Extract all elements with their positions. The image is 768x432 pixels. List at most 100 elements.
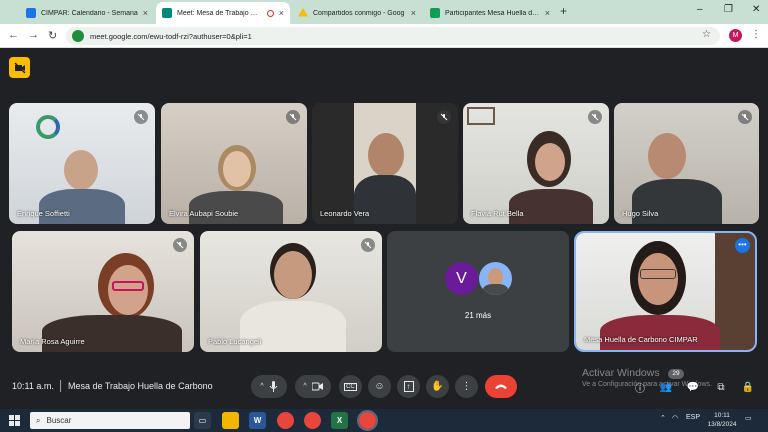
reload-icon[interactable]: ↻ bbox=[48, 29, 57, 42]
participant-tile[interactable]: Leonardo Vera bbox=[312, 103, 458, 224]
meeting-clock: 10:11 a.m. bbox=[12, 381, 54, 391]
emoji-icon: ☺ bbox=[374, 381, 385, 392]
institution-logo bbox=[36, 115, 96, 145]
present-button[interactable]: ↑ bbox=[397, 375, 420, 398]
file-explorer-icon[interactable] bbox=[222, 412, 239, 429]
divider bbox=[60, 380, 61, 392]
restore-button[interactable]: ❐ bbox=[724, 4, 733, 15]
close-window-button[interactable]: ✕ bbox=[752, 4, 760, 15]
excel-icon[interactable]: X bbox=[331, 412, 348, 429]
close-icon[interactable]: × bbox=[411, 8, 416, 18]
forward-icon[interactable]: → bbox=[28, 29, 39, 41]
taskbar-clock[interactable]: 10:11 13/8/2024 bbox=[706, 411, 738, 429]
mic-off-icon bbox=[361, 238, 375, 252]
drive-icon bbox=[298, 8, 308, 17]
profile-avatar[interactable]: M bbox=[729, 29, 742, 42]
more-participants-tile[interactable]: V 21 más bbox=[387, 231, 569, 352]
mic-off-icon bbox=[286, 110, 300, 124]
participant-avatar bbox=[479, 262, 512, 295]
participant-tile[interactable]: Flavia Rut Bella bbox=[463, 103, 609, 224]
glasses bbox=[640, 269, 676, 279]
participant-name: María Rosa Aguirre bbox=[20, 337, 85, 346]
leave-call-button[interactable] bbox=[485, 375, 517, 398]
mic-off-icon bbox=[437, 110, 451, 124]
meet-icon bbox=[162, 8, 172, 18]
word-icon[interactable]: W bbox=[249, 412, 266, 429]
participant-name: Leonardo Vera bbox=[320, 209, 370, 218]
participant-tile[interactable]: Elvira Aubapi Soubie bbox=[161, 103, 307, 224]
calendar-icon bbox=[26, 8, 36, 18]
present-screen-icon: ↑ bbox=[403, 381, 414, 392]
captions-icon: CC bbox=[344, 382, 357, 391]
participant-count-badge: 29 bbox=[668, 369, 684, 379]
more-participants-label: 21 más bbox=[464, 311, 492, 320]
participant-name: Elvira Aubapi Soubie bbox=[169, 209, 239, 218]
participant-name: Enrique Soffietti bbox=[17, 209, 70, 218]
close-icon[interactable]: × bbox=[143, 8, 148, 18]
taskbar-search-input[interactable]: ⌕ Buscar bbox=[30, 412, 190, 429]
host-controls-icon[interactable]: 🔒 bbox=[739, 378, 757, 396]
mic-off-icon bbox=[588, 110, 602, 124]
reactions-button[interactable]: ☺ bbox=[368, 375, 391, 398]
participant-name: Pablo Lucángeli bbox=[208, 337, 262, 346]
participant-name: Hugo Silva bbox=[622, 209, 659, 218]
participant-name: Flavia Rut Bella bbox=[471, 209, 524, 218]
meeting-title: Mesa de Trabajo Huella de Carbono bbox=[68, 381, 213, 391]
camera-button[interactable]: ^ bbox=[295, 375, 331, 398]
windows-start-icon[interactable] bbox=[9, 415, 20, 426]
raise-hand-button[interactable]: ✋ bbox=[426, 375, 449, 398]
camera-icon bbox=[311, 382, 323, 391]
new-tab-button[interactable]: + bbox=[560, 4, 567, 18]
chat-icon[interactable]: 💬 bbox=[684, 378, 702, 396]
microphone-button[interactable]: ^ bbox=[251, 375, 287, 398]
chevron-up-icon[interactable]: ^ bbox=[260, 383, 263, 390]
site-info-icon[interactable] bbox=[72, 30, 84, 42]
mic-off-icon bbox=[738, 110, 752, 124]
language-indicator[interactable]: ESP bbox=[686, 414, 700, 421]
chrome-icon[interactable] bbox=[304, 412, 321, 429]
participant-tile[interactable]: Pablo Lucángeli bbox=[200, 231, 382, 352]
bookmark-star-icon[interactable]: ☆ bbox=[702, 29, 711, 40]
glasses bbox=[112, 281, 144, 291]
camera-off-icon[interactable] bbox=[9, 57, 30, 78]
search-icon: ⌕ bbox=[36, 415, 41, 425]
tray-chevron-icon[interactable]: ⌃ bbox=[660, 414, 666, 422]
sheets-icon bbox=[430, 8, 440, 18]
participant-name: Mesa Huella de Carbono CIMPAR bbox=[584, 335, 698, 344]
tab-meet[interactable]: Meet: Mesa de Trabajo Hue × bbox=[156, 2, 290, 24]
chrome-icon[interactable] bbox=[277, 412, 294, 429]
taskbar: ⌕ Buscar ▭ W X ⌃ ◠ ESP 10:11 13/8/2024 ▭ bbox=[0, 409, 768, 432]
people-icon[interactable]: 👥 bbox=[657, 378, 675, 396]
more-options-button[interactable]: ⋮ bbox=[455, 375, 478, 398]
participant-tile[interactable]: María Rosa Aguirre bbox=[12, 231, 194, 352]
task-view-icon[interactable]: ▭ bbox=[194, 412, 211, 429]
participant-tile[interactable]: Hugo Silva bbox=[614, 103, 759, 224]
tab-calendar[interactable]: CIMPAR: Calendario - Semana × bbox=[20, 2, 154, 24]
microphone-icon bbox=[269, 381, 278, 392]
more-vert-icon: ⋮ bbox=[461, 381, 472, 392]
address-bar: ← → ↻ meet.google.com/ewu-todf-rzi?authu… bbox=[0, 24, 768, 48]
hand-icon: ✋ bbox=[431, 381, 444, 392]
participant-tile[interactable]: Enrique Soffietti bbox=[9, 103, 155, 224]
mic-off-icon bbox=[134, 110, 148, 124]
back-icon[interactable]: ← bbox=[8, 29, 19, 41]
tab-sheets[interactable]: Participantes Mesa Huella de C × bbox=[424, 2, 556, 24]
chrome-icon[interactable] bbox=[357, 410, 378, 431]
close-icon[interactable]: × bbox=[545, 8, 550, 18]
url-field[interactable]: meet.google.com/ewu-todf-rzi?authuser=0&… bbox=[66, 27, 720, 45]
info-icon[interactable]: ⓘ bbox=[631, 378, 649, 396]
tile-options-icon[interactable]: ••• bbox=[735, 238, 750, 253]
participant-tile-self[interactable]: ••• Mesa Huella de Carbono CIMPAR bbox=[574, 231, 757, 352]
captions-button[interactable]: CC bbox=[339, 375, 362, 398]
notification-icon[interactable]: ▭ bbox=[745, 414, 752, 422]
close-icon[interactable]: × bbox=[279, 8, 284, 18]
tab-bar: CIMPAR: Calendario - Semana × Meet: Mesa… bbox=[0, 0, 768, 24]
participant-avatar: V bbox=[445, 262, 478, 295]
minimize-button[interactable]: – bbox=[697, 4, 703, 15]
wifi-icon[interactable]: ◠ bbox=[672, 414, 678, 422]
mic-off-icon bbox=[173, 238, 187, 252]
chevron-up-icon[interactable]: ^ bbox=[303, 383, 306, 390]
browser-menu-icon[interactable]: ⋮ bbox=[751, 29, 761, 40]
activities-icon[interactable]: ⧉ bbox=[712, 378, 730, 396]
tab-drive[interactable]: Compartidos conmigo - Goog × bbox=[292, 2, 422, 24]
